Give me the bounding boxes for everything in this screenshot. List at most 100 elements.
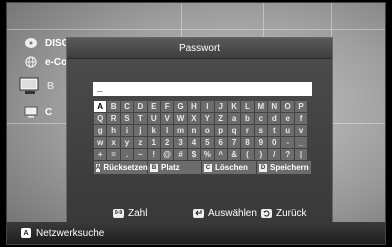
space-button[interactable]: B Platz: [148, 161, 201, 174]
key[interactable]: 0: [268, 137, 281, 148]
key[interactable]: #: [174, 149, 187, 160]
key[interactable]: Q: [94, 113, 107, 124]
key[interactable]: K: [227, 101, 241, 112]
key[interactable]: U: [147, 113, 160, 124]
key[interactable]: !: [147, 149, 160, 160]
key[interactable]: s: [254, 125, 268, 136]
key[interactable]: ~: [134, 149, 147, 160]
dialog-footer: 0-9 Zahl Auswählen Zurück: [67, 204, 332, 222]
key[interactable]: B: [107, 101, 120, 112]
key[interactable]: /: [268, 149, 281, 160]
key[interactable]: N: [268, 101, 281, 112]
menu-item-setup[interactable]: B: [19, 77, 54, 95]
key[interactable]: t: [268, 125, 281, 136]
c-button-icon: C: [204, 163, 212, 172]
key[interactable]: 5: [201, 137, 214, 148]
key[interactable]: F: [160, 101, 174, 112]
number-hint[interactable]: 0-9 Zahl: [113, 208, 147, 219]
network-search-label[interactable]: Netzwerksuche: [36, 228, 104, 239]
key[interactable]: +: [94, 149, 107, 160]
key[interactable]: g: [94, 125, 107, 136]
key[interactable]: 3: [174, 137, 187, 148]
key[interactable]: M: [254, 101, 268, 112]
key[interactable]: c: [254, 113, 268, 124]
key[interactable]: o: [201, 125, 214, 136]
key[interactable]: 6: [214, 137, 227, 148]
key[interactable]: n: [187, 125, 201, 136]
password-input[interactable]: _: [93, 82, 312, 96]
delete-button[interactable]: C Löschen: [202, 161, 256, 174]
key[interactable]: 7: [227, 137, 241, 148]
key[interactable]: C: [120, 101, 134, 112]
b-button-icon: B: [150, 163, 158, 172]
key[interactable]: u: [281, 125, 294, 136]
key[interactable]: i: [120, 125, 134, 136]
save-button[interactable]: D Speichern: [257, 161, 311, 174]
key[interactable]: 4: [187, 137, 201, 148]
back-hint[interactable]: Zurück: [261, 208, 307, 219]
key[interactable]: -: [281, 137, 294, 148]
key[interactable]: H: [187, 101, 201, 112]
number-label: Zahl: [128, 207, 148, 219]
key[interactable]: |: [294, 149, 308, 160]
key[interactable]: W: [174, 113, 187, 124]
key[interactable]: q: [227, 125, 241, 136]
key[interactable]: S: [120, 113, 134, 124]
key[interactable]: &: [227, 149, 241, 160]
key[interactable]: =: [107, 149, 120, 160]
key[interactable]: V: [160, 113, 174, 124]
menu-item-display[interactable]: C: [23, 105, 52, 119]
key[interactable]: z: [134, 137, 147, 148]
function-key-row: A Rücksetzen B Platz C Löschen D Speiche…: [94, 161, 311, 174]
key[interactable]: r: [241, 125, 254, 136]
key[interactable]: v: [294, 125, 308, 136]
key[interactable]: Z: [214, 113, 227, 124]
key[interactable]: x: [107, 137, 120, 148]
reset-button[interactable]: A Rücksetzen: [94, 161, 148, 174]
key[interactable]: I: [201, 101, 214, 112]
key[interactable]: T: [134, 113, 147, 124]
key[interactable]: E: [147, 101, 160, 112]
key[interactable]: a: [227, 113, 241, 124]
key-A[interactable]: A: [94, 101, 107, 112]
key[interactable]: y: [120, 137, 134, 148]
key[interactable]: L: [241, 101, 254, 112]
key[interactable]: e: [281, 113, 294, 124]
key[interactable]: Y: [201, 113, 214, 124]
key[interactable]: d: [268, 113, 281, 124]
key[interactable]: R: [107, 113, 120, 124]
key[interactable]: k: [147, 125, 160, 136]
key[interactable]: ?: [281, 149, 294, 160]
key[interactable]: D: [134, 101, 147, 112]
key[interactable]: $: [187, 149, 201, 160]
a-button-icon: A: [96, 163, 101, 172]
menu-item-econtents[interactable]: e-Co: [23, 55, 67, 69]
key[interactable]: 8: [241, 137, 254, 148]
d-button-icon: D: [259, 163, 267, 172]
key[interactable]: l: [160, 125, 174, 136]
key[interactable]: h: [107, 125, 120, 136]
key[interactable]: p: [214, 125, 227, 136]
key[interactable]: J: [214, 101, 227, 112]
menu-item-disc[interactable]: DISC: [23, 36, 69, 50]
key[interactable]: X: [187, 113, 201, 124]
key[interactable]: w: [94, 137, 107, 148]
key[interactable]: O: [281, 101, 294, 112]
key[interactable]: @: [160, 149, 174, 160]
key[interactable]: ): [254, 149, 268, 160]
key[interactable]: 2: [160, 137, 174, 148]
key[interactable]: %: [201, 149, 214, 160]
key[interactable]: ^: [214, 149, 227, 160]
key[interactable]: 1: [147, 137, 160, 148]
key[interactable]: _: [294, 137, 308, 148]
select-hint[interactable]: Auswählen: [193, 208, 257, 219]
key[interactable]: P: [294, 101, 308, 112]
key[interactable]: j: [134, 125, 147, 136]
key[interactable]: G: [174, 101, 187, 112]
key[interactable]: b: [241, 113, 254, 124]
key[interactable]: .: [120, 149, 134, 160]
key[interactable]: f: [294, 113, 308, 124]
key[interactable]: (: [241, 149, 254, 160]
key[interactable]: 9: [254, 137, 268, 148]
key[interactable]: m: [174, 125, 187, 136]
